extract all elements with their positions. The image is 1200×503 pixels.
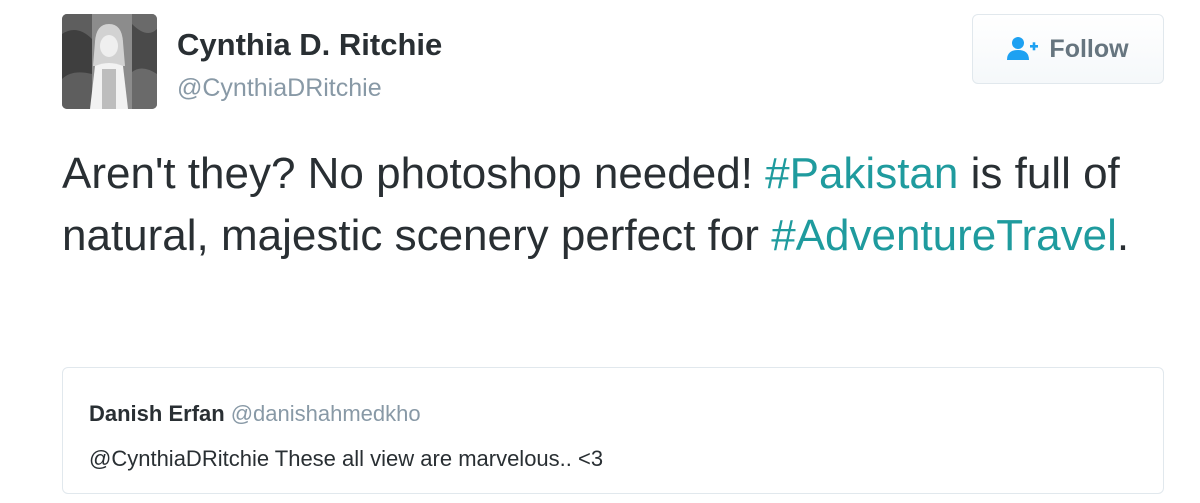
tweet-card: Cynthia D. Ritchie @CynthiaDRitchie Foll…: [0, 0, 1200, 503]
user-name[interactable]: Cynthia D. Ritchie: [177, 27, 442, 63]
add-user-icon: [1007, 37, 1039, 60]
follow-label: Follow: [1049, 34, 1129, 63]
quoted-tweet-text: @CynthiaDRitchie These all view are marv…: [89, 446, 604, 471]
hashtag-pakistan[interactable]: #Pakistan: [765, 149, 958, 198]
avatar-photo: [62, 14, 157, 109]
hashtag-adventuretravel[interactable]: #AdventureTravel: [771, 211, 1117, 260]
user-handle[interactable]: @CynthiaDRitchie: [177, 74, 382, 103]
quoted-tweet[interactable]: Danish Erfan @danishahmedkho @CynthiaDRit…: [62, 367, 1164, 494]
quoted-author: Danish Erfan @danishahmedkho: [89, 401, 421, 427]
tweet-text: Aren't they? No photoshop needed! #Pakis…: [62, 143, 1162, 267]
follow-button[interactable]: Follow: [972, 14, 1164, 84]
avatar[interactable]: [62, 14, 157, 109]
quoted-user-name: Danish Erfan: [89, 401, 225, 426]
tweet-text-part: .: [1116, 211, 1130, 260]
tweet-text-part: Aren't they? No photoshop needed!: [62, 149, 766, 198]
quoted-user-handle: @danishahmedkho: [230, 401, 421, 426]
